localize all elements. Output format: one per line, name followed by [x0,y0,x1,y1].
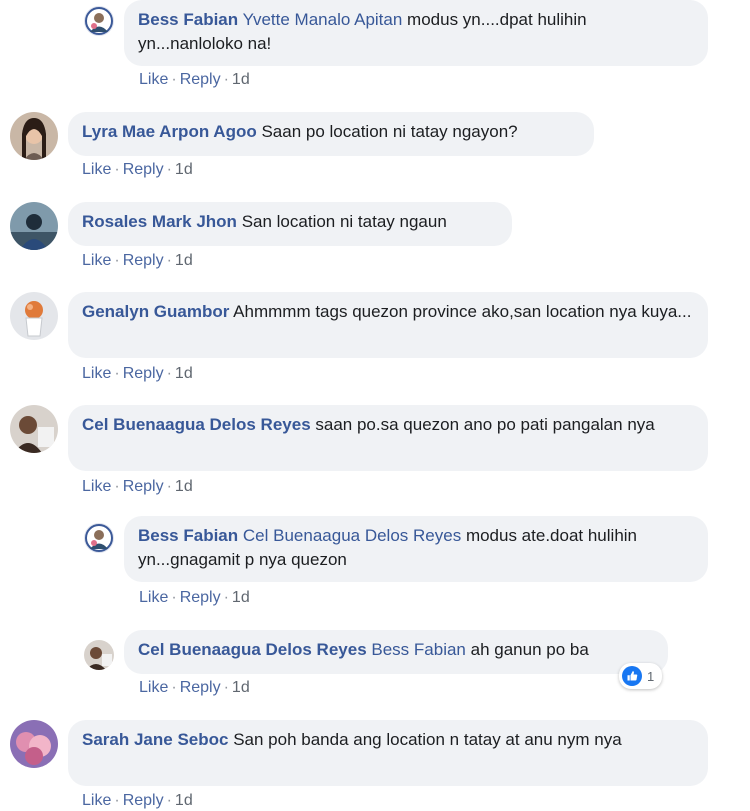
comment-text: saan po.sa quezon ano po pati pangalan n… [315,415,655,434]
comment-actions: Like · Reply · 1d [139,679,250,696]
comment-text: San poh banda ang location n tatay at an… [233,730,622,749]
mention-link[interactable]: Bess Fabian [371,640,466,659]
reply-link[interactable]: Reply [123,252,164,269]
avatar[interactable] [10,202,58,250]
comment-bubble: Rosales Mark Jhon San location ni tatay … [68,202,512,246]
comment-actions: Like · Reply · 1d [82,161,193,178]
reply-link[interactable]: Reply [123,792,164,809]
comment-text: ah ganun po ba [470,640,589,659]
reply-link[interactable]: Reply [180,679,221,696]
comment-bubble: Bess Fabian Cel Buenaagua Delos Reyes mo… [124,516,708,582]
comment-time[interactable]: 1d [232,71,250,88]
avatar[interactable] [10,112,58,160]
comment-bubble: Genalyn Guambor Ahmmmm tags quezon provi… [68,292,708,358]
comment-author[interactable]: Rosales Mark Jhon [82,212,237,231]
comment-time[interactable]: 1d [175,478,193,495]
avatar[interactable] [84,640,114,670]
avatar[interactable] [10,405,58,453]
comment-author[interactable]: Cel Buenaagua Delos Reyes [82,415,311,434]
comment-author[interactable]: Cel Buenaagua Delos Reyes [138,640,367,659]
comment-author[interactable]: Bess Fabian [138,526,238,545]
comment-actions: Like · Reply · 1d [82,478,193,495]
comment-author[interactable]: Lyra Mae Arpon Agoo [82,122,257,141]
comment-bubble: Bess Fabian Yvette Manalo Apitan modus y… [124,0,708,66]
comment-actions: Like · Reply · 1d [82,792,193,809]
comment-actions: Like · Reply · 1d [82,365,193,382]
comment-time[interactable]: 1d [175,792,193,809]
like-link[interactable]: Like [139,679,168,696]
comment-time[interactable]: 1d [175,252,193,269]
like-link[interactable]: Like [82,478,111,495]
reaction-count: 1 [647,668,655,684]
reply-link[interactable]: Reply [180,589,221,606]
comment-time[interactable]: 1d [232,679,250,696]
avatar[interactable] [84,6,114,36]
reply-link[interactable]: Reply [123,478,164,495]
comment-author[interactable]: Genalyn Guambor [82,302,229,321]
like-link[interactable]: Like [82,252,111,269]
mention-link[interactable]: Cel Buenaagua Delos Reyes [243,526,461,545]
like-link[interactable]: Like [139,71,168,88]
comment-bubble: Cel Buenaagua Delos Reyes Bess Fabian ah… [124,630,668,674]
comment-text: San location ni tatay ngaun [241,212,447,231]
comment-time[interactable]: 1d [175,161,193,178]
comment-bubble: Cel Buenaagua Delos Reyes saan po.sa que… [68,405,708,471]
comment-text: Ahmmmm tags quezon province ako,san loca… [233,302,692,321]
comment-author[interactable]: Sarah Jane Seboc [82,730,228,749]
reply-link[interactable]: Reply [123,161,164,178]
reply-link[interactable]: Reply [180,71,221,88]
like-link[interactable]: Like [82,365,111,382]
comment-text: Saan po location ni tatay ngayon? [261,122,518,141]
comment-bubble: Sarah Jane Seboc San poh banda ang locat… [68,720,708,786]
avatar[interactable] [10,292,58,340]
comment-actions: Like · Reply · 1d [82,252,193,269]
like-link[interactable]: Like [139,589,168,606]
thumbs-up-icon [622,666,642,686]
mention-link[interactable]: Yvette Manalo Apitan [243,10,403,29]
comment-author[interactable]: Bess Fabian [138,10,238,29]
avatar[interactable] [84,523,114,553]
comment-time[interactable]: 1d [175,365,193,382]
comment-bubble: Lyra Mae Arpon Agoo Saan po location ni … [68,112,594,156]
comment-actions: Like · Reply · 1d [139,589,250,606]
like-link[interactable]: Like [82,792,111,809]
like-link[interactable]: Like [82,161,111,178]
avatar[interactable] [10,720,58,768]
reply-link[interactable]: Reply [123,365,164,382]
reaction-badge[interactable]: 1 [619,663,663,689]
comment-time[interactable]: 1d [232,589,250,606]
comment-actions: Like · Reply · 1d [139,71,250,88]
